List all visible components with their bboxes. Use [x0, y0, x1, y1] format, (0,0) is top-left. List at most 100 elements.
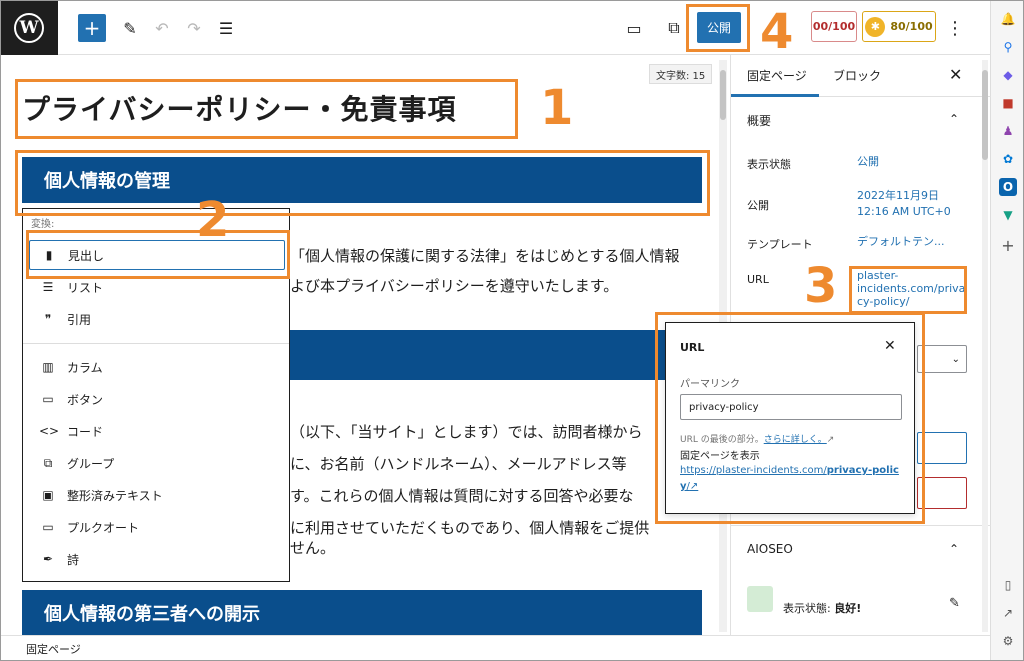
- tag-icon[interactable]: ◆: [999, 66, 1017, 84]
- list-view-icon: ☰: [218, 18, 234, 38]
- popout-icon[interactable]: ↗: [999, 604, 1017, 622]
- pullquote-icon: ▭: [42, 520, 54, 534]
- document-overview-button[interactable]: ☰: [214, 14, 238, 42]
- template-value[interactable]: デフォルトテン...: [857, 234, 945, 250]
- aioseo-badge: [747, 586, 773, 612]
- block-breadcrumb[interactable]: 固定ページ: [0, 635, 990, 661]
- view-page-button[interactable]: ⧉: [660, 14, 688, 42]
- annotation-box-title: [15, 79, 518, 139]
- annotation-number: 4: [760, 4, 794, 60]
- sidebar-scrollbar[interactable]: [982, 60, 988, 632]
- add-icon[interactable]: +: [999, 236, 1017, 255]
- external-link-icon: ⧉: [668, 18, 680, 37]
- annotation-box-publish: [686, 4, 750, 52]
- transform-group[interactable]: ⧉ グループ: [29, 448, 285, 478]
- briefcase-icon[interactable]: ■: [999, 94, 1017, 112]
- settings-tabs: 固定ページ ブロック ✕: [731, 55, 991, 97]
- annotation-box-transform: [26, 230, 290, 279]
- undo-icon: ↶: [155, 18, 169, 38]
- paragraph-line[interactable]: す。これらの個人情報は質問に対する回答や必要な: [290, 480, 634, 512]
- tab-block[interactable]: ブロック: [833, 67, 881, 84]
- aioseo-icon: ✱: [865, 16, 886, 37]
- cart-icon[interactable]: ▼: [999, 206, 1017, 224]
- visibility-value[interactable]: 公開: [857, 154, 879, 170]
- transform-preformatted[interactable]: ▣ 整形済みテキスト: [29, 480, 285, 510]
- annotation-box-url: [849, 266, 967, 314]
- transform-pullquote[interactable]: ▭ プルクオート: [29, 512, 285, 542]
- desktop-icon: ▭: [626, 18, 642, 38]
- chess-icon[interactable]: ♟: [999, 122, 1017, 140]
- heading-block[interactable]: 個人情報の第三者への開示: [22, 590, 702, 636]
- search-icon[interactable]: ⚲: [999, 38, 1017, 56]
- transform-buttons[interactable]: ▭ ボタン: [29, 384, 285, 414]
- scroll-thumb[interactable]: [720, 70, 726, 120]
- url-label: URL: [747, 273, 769, 286]
- preview-device-button[interactable]: ▭: [620, 14, 648, 42]
- menu-item-label: コード: [67, 424, 104, 439]
- more-vertical-icon: ⋮: [946, 17, 964, 39]
- pencil-icon: ✎: [949, 596, 960, 611]
- redo-button[interactable]: ↷: [182, 14, 206, 42]
- undo-button[interactable]: ↶: [150, 14, 174, 42]
- paragraph-line[interactable]: （以下、「当サイト」とします）では、訪問者様から: [290, 416, 643, 448]
- close-settings-button[interactable]: ✕: [949, 65, 962, 84]
- verse-icon: ✒: [42, 552, 54, 566]
- heading-text: 個人情報の第三者への開示: [44, 604, 260, 625]
- chevron-down-icon: ⌄: [951, 353, 960, 365]
- menu-divider: [23, 343, 289, 344]
- paragraph-line[interactable]: に利用させていただくものであり、個人情報をご提供: [290, 512, 649, 544]
- outlook-icon[interactable]: O: [999, 178, 1017, 196]
- editor-toolbar: W + ✎ ↶ ↷ ☰ ▭ ⧉ 公開 00/100 ✱ 80/100 ⋮: [0, 0, 990, 55]
- edit-aioseo-button[interactable]: ✎: [949, 596, 960, 611]
- columns-icon: ▥: [42, 360, 54, 374]
- add-block-button[interactable]: +: [78, 14, 106, 42]
- wordpress-icon: W: [14, 12, 44, 43]
- paragraph-line[interactable]: に、お名前（ハンドルネーム）、メールアドレス等: [290, 448, 627, 480]
- annotation-number: 2: [196, 192, 230, 248]
- menu-item-label: カラム: [67, 360, 103, 375]
- aioseo-panel-title[interactable]: AIOSEO: [747, 542, 793, 556]
- paragraph-line[interactable]: せん。: [290, 532, 335, 564]
- browser-sidebar: 🔔 ⚲ ◆ ■ ♟ ✿ O ▼ + ▯ ↗ ⚙: [990, 0, 1024, 661]
- scroll-thumb[interactable]: [982, 70, 988, 160]
- paragraph-line[interactable]: よび本プライバシーポリシーを遵守いたします。: [290, 270, 618, 302]
- transform-columns[interactable]: ▥ カラム: [29, 352, 285, 382]
- wordpress-logo[interactable]: W: [0, 0, 58, 55]
- publish-date: 2022年11月9日: [857, 189, 939, 202]
- template-label: テンプレート: [747, 238, 813, 251]
- chevron-up-icon[interactable]: ⌃: [949, 112, 959, 126]
- readability-score-button[interactable]: ✱ 80/100: [862, 11, 936, 42]
- transform-quote[interactable]: ❞ 引用: [29, 304, 285, 334]
- edit-mode-button[interactable]: ✎: [118, 14, 142, 42]
- aioseo-status: 表示状態: 良好!: [783, 600, 861, 616]
- bell-icon[interactable]: 🔔: [999, 10, 1017, 28]
- transform-verse[interactable]: ✒ 詩: [29, 544, 285, 574]
- menu-item-label: 引用: [67, 312, 92, 327]
- publish-date-value[interactable]: 2022年11月9日 12:16 AM UTC+0: [857, 188, 951, 220]
- preformatted-icon: ▣: [42, 488, 54, 502]
- transform-label: 変換:: [31, 219, 55, 230]
- redo-icon: ↷: [187, 18, 201, 38]
- panel-divider: [731, 525, 991, 526]
- word-count: 文字数: 15: [649, 64, 713, 84]
- paragraph-line[interactable]: 「個人情報の保護に関する法律」をはじめとする個人情報: [290, 240, 680, 272]
- buttons-icon: ▭: [42, 392, 54, 406]
- readability-score: 80/100: [890, 20, 933, 33]
- aioseo-status-value: 良好!: [834, 602, 862, 615]
- code-icon: <>: [39, 424, 60, 438]
- breadcrumb-item[interactable]: 固定ページ: [26, 641, 81, 657]
- publish-date-label: 公開: [747, 199, 769, 212]
- transform-code[interactable]: <> コード: [29, 416, 285, 446]
- options-menu-button[interactable]: ⋮: [946, 14, 964, 42]
- pen-icon: ✎: [123, 18, 137, 38]
- summary-panel-title[interactable]: 概要: [747, 112, 771, 129]
- menu-item-label: プルクオート: [67, 520, 140, 535]
- copilot-icon[interactable]: ✿: [999, 150, 1017, 168]
- settings-icon[interactable]: ⚙: [999, 632, 1017, 650]
- publish-time: 12:16 AM UTC+0: [857, 205, 951, 218]
- tab-page[interactable]: 固定ページ: [731, 67, 819, 97]
- sidebar-icon[interactable]: ▯: [999, 576, 1017, 594]
- chevron-up-icon[interactable]: ⌃: [949, 542, 959, 556]
- aioseo-status-label: 表示状態:: [783, 602, 831, 615]
- seo-score-button[interactable]: 00/100: [811, 11, 857, 42]
